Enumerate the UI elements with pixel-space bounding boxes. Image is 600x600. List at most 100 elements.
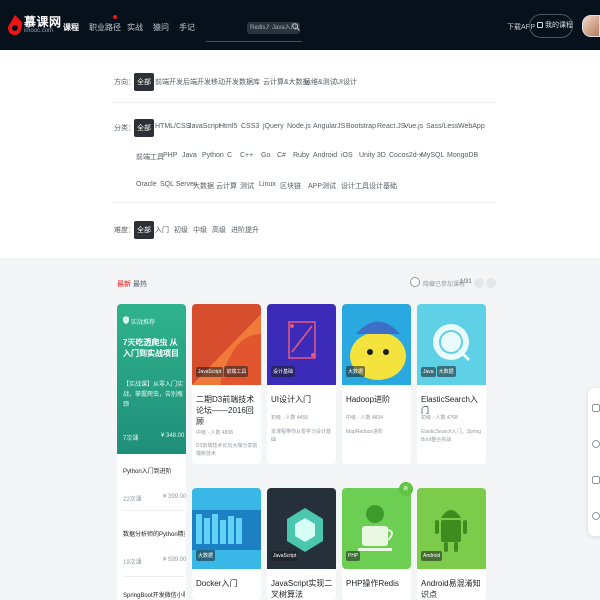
category-chip[interactable]: 全部 bbox=[134, 119, 154, 137]
category-chip[interactable]: 云计算 bbox=[216, 181, 237, 191]
category-chip[interactable]: C++ bbox=[240, 152, 253, 159]
category-chip[interactable]: JavaScript bbox=[188, 123, 221, 130]
list-item[interactable]: SpringBoot开发微信小程序 bbox=[123, 590, 185, 599]
user-avatar[interactable] bbox=[582, 15, 600, 37]
category-chip[interactable]: Java bbox=[182, 152, 197, 159]
next-page-button[interactable] bbox=[486, 278, 496, 288]
direction-chip[interactable]: 数据库 bbox=[239, 77, 260, 87]
difficulty-chip[interactable]: 入门 bbox=[155, 225, 169, 235]
category-chip[interactable]: Unity 3D bbox=[359, 152, 386, 159]
course-tags: JavaScript 前端工具 bbox=[196, 366, 249, 377]
category-chip[interactable]: jQuery bbox=[263, 123, 284, 130]
course-card[interactable]: JavaScript 前端工具 二期D3前端技术论坛——2016回顾 中级 · 人… bbox=[192, 304, 261, 464]
course-tag: 大数据 bbox=[436, 366, 456, 377]
course-meta: 中级 · 人数 4834 bbox=[346, 415, 383, 421]
direction-chip[interactable]: 全部 bbox=[134, 73, 154, 91]
course-tag: JavaScript bbox=[271, 551, 299, 561]
direction-chip[interactable]: 云计算&大数据 bbox=[263, 77, 310, 87]
course-card[interactable]: 大数据 Docker入门 bbox=[192, 488, 261, 600]
category-chip[interactable]: MySQL bbox=[421, 152, 444, 159]
course-tags: JavaScript bbox=[271, 550, 299, 561]
list-item-title: SpringBoot开发微信小程序 bbox=[123, 593, 185, 599]
list-item-title: 数据分析师的Python精英之路 bbox=[123, 532, 185, 538]
category-chip[interactable]: 大数据 bbox=[193, 181, 214, 191]
search-input[interactable] bbox=[206, 41, 302, 42]
course-card[interactable]: 新 PHP PHP操作Redis bbox=[342, 482, 413, 600]
category-chip[interactable]: Linux bbox=[259, 181, 276, 188]
prev-page-button[interactable] bbox=[474, 278, 484, 288]
course-card[interactable]: Java 大数据 ElasticSearch入门 初级 · 人数 4768 Ela… bbox=[417, 304, 486, 464]
category-chip[interactable]: Vue.js bbox=[404, 123, 423, 130]
course-tags: 大数据 bbox=[196, 550, 216, 561]
my-courses-button[interactable]: 我的课程 bbox=[529, 14, 573, 38]
direction-chip[interactable]: 移动开发 bbox=[211, 77, 239, 87]
category-chip[interactable]: AngularJS bbox=[313, 123, 345, 130]
direction-chip[interactable]: 运维&测试 bbox=[304, 77, 337, 87]
course-tags: 大数据 bbox=[346, 366, 366, 377]
category-chip[interactable]: MongoDB bbox=[447, 152, 478, 159]
app-download-icon[interactable] bbox=[592, 476, 600, 484]
hide-joined-toggle[interactable] bbox=[410, 277, 420, 287]
direction-chip[interactable]: 前端开发 bbox=[155, 77, 183, 87]
category-chip[interactable]: Oracle bbox=[136, 181, 157, 188]
sort-tab-hottest[interactable]: 最热 bbox=[133, 279, 147, 289]
direction-chip[interactable]: 后端开发 bbox=[183, 77, 211, 87]
search-icon[interactable] bbox=[292, 23, 300, 31]
category-chip[interactable]: 测试 bbox=[240, 181, 254, 191]
category-chip[interactable]: C bbox=[227, 152, 232, 159]
divider bbox=[112, 202, 496, 203]
category-chip[interactable]: Ruby bbox=[293, 152, 309, 159]
category-chip[interactable]: Bootstrap bbox=[346, 123, 376, 130]
category-chip[interactable]: APP测试 bbox=[308, 181, 336, 191]
nav-item-practice[interactable]: 实战 bbox=[127, 22, 143, 33]
course-card[interactable]: 设计基础 UI设计入门 初级 · 人数 4458 本课程带你从零学习设计基础 bbox=[267, 304, 336, 464]
category-chip[interactable]: Sass/Less bbox=[426, 123, 458, 130]
logo-icon bbox=[8, 15, 22, 35]
difficulty-chip[interactable]: 高级 bbox=[212, 225, 226, 235]
difficulty-chip[interactable]: 全部 bbox=[134, 221, 154, 239]
featured-course-card[interactable]: 实战推荐 7天吃透爬虫 从入门到实战项目 【实战课】从零入门实战，掌握爬虫，告别… bbox=[117, 304, 186, 454]
nav-item-courses[interactable]: 课程 bbox=[63, 22, 79, 33]
list-item-meta: 19次课 bbox=[123, 560, 142, 566]
category-chip[interactable]: PHP bbox=[163, 152, 177, 159]
list-item[interactable]: 数据分析师的Python精英之路 19次课 ¥ 599.00 bbox=[123, 529, 186, 566]
category-chip[interactable]: 前端工具 bbox=[136, 152, 164, 162]
course-tag: JavaScript bbox=[196, 367, 224, 377]
category-chip[interactable]: Android bbox=[313, 152, 337, 159]
category-chip[interactable]: CSS3 bbox=[241, 123, 259, 130]
course-card[interactable]: 大数据 Hadoop进阶 中级 · 人数 4834 MapReduce进阶 bbox=[342, 304, 411, 464]
course-card[interactable]: JavaScript JavaScript实现二叉树算法 bbox=[267, 488, 336, 600]
category-chip[interactable]: 设计工具 bbox=[341, 181, 369, 191]
difficulty-chip[interactable]: 初级 bbox=[174, 225, 188, 235]
course-tags: Android bbox=[421, 550, 443, 561]
category-chip[interactable]: Html5 bbox=[219, 123, 237, 130]
list-item-price: ¥ 599.00 bbox=[163, 557, 187, 563]
category-chip[interactable]: Python bbox=[202, 152, 224, 159]
course-card[interactable]: Android Android易混淆知识点 bbox=[417, 488, 486, 600]
nav-item-career-path[interactable]: 职业路径 bbox=[89, 22, 121, 33]
category-chip[interactable]: 区块链 bbox=[280, 181, 301, 191]
category-chip[interactable]: Go bbox=[261, 152, 270, 159]
category-chip[interactable]: 设计基础 bbox=[369, 181, 397, 191]
course-description: MapReduce进阶 bbox=[346, 429, 383, 435]
course-meta: 中级 · 人数 4838 bbox=[196, 430, 233, 436]
category-chip[interactable]: iOS bbox=[341, 152, 353, 159]
category-chip[interactable]: React.JS bbox=[377, 123, 405, 130]
category-chip[interactable]: HTML/CSS bbox=[155, 123, 190, 130]
site-logo[interactable]: 慕课网 imooc.com bbox=[8, 13, 61, 39]
list-item[interactable]: Python入门到进阶 22次课 ¥ 399.00 bbox=[123, 466, 186, 503]
difficulty-chip[interactable]: 中级 bbox=[193, 225, 207, 235]
category-chip[interactable]: Cocos2d-x bbox=[389, 152, 422, 159]
category-chip[interactable]: C# bbox=[277, 152, 286, 159]
sort-tab-newest[interactable]: 最新 bbox=[117, 279, 131, 289]
help-icon[interactable] bbox=[592, 440, 600, 448]
back-to-top-icon[interactable] bbox=[592, 512, 600, 520]
difficulty-chip[interactable]: 进阶提升 bbox=[231, 225, 259, 235]
feedback-icon[interactable] bbox=[592, 404, 600, 412]
direction-chip[interactable]: UI设计 bbox=[336, 77, 357, 87]
category-chip[interactable]: Node.js bbox=[287, 123, 311, 130]
nav-item-qa[interactable]: 猿问 bbox=[153, 22, 169, 33]
category-chip[interactable]: WebApp bbox=[458, 123, 485, 130]
nav-item-notes[interactable]: 手记 bbox=[179, 22, 195, 33]
category-chip[interactable]: SQL Server bbox=[160, 181, 196, 188]
